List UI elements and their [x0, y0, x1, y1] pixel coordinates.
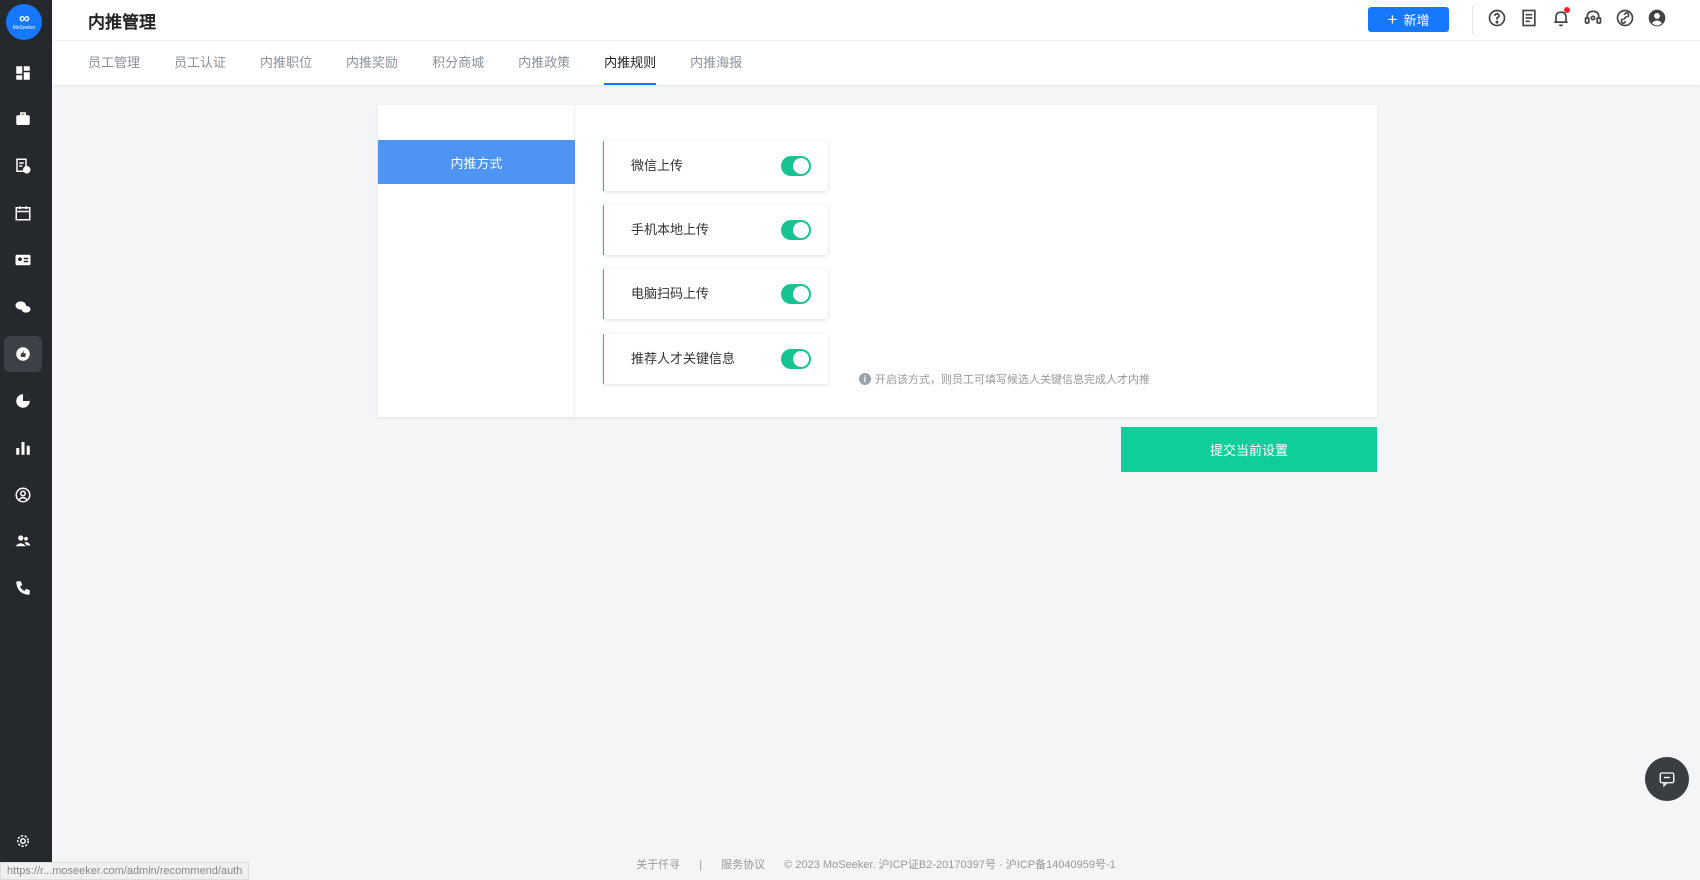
- add-button[interactable]: + 新增: [1368, 7, 1449, 32]
- support-icon[interactable]: [1582, 7, 1604, 29]
- wechat-upload-toggle[interactable]: [781, 156, 811, 176]
- wechat-icon[interactable]: [4, 289, 42, 325]
- submit-settings-button[interactable]: 提交当前设置: [1121, 427, 1377, 472]
- id-card-icon[interactable]: [4, 242, 42, 278]
- bell-icon[interactable]: [1550, 7, 1572, 29]
- link-icon[interactable]: [1614, 7, 1636, 29]
- tab-referral-poster[interactable]: 内推海报: [690, 41, 742, 85]
- tab-employee-management[interactable]: 员工管理: [88, 41, 140, 85]
- tab-referral-rewards[interactable]: 内推奖励: [346, 41, 398, 85]
- hint-label: 开启该方式，则员工可填写候选人关键信息完成人才内推: [875, 374, 1150, 386]
- hint-text: i 开启该方式，则员工可填写候选人关键信息完成人才内推: [859, 371, 1150, 387]
- option-key-info: 推荐人才关键信息: [603, 334, 828, 384]
- document-info-icon[interactable]: [4, 148, 42, 184]
- plus-icon: +: [1387, 9, 1398, 29]
- moseeker-logo[interactable]: ∞ MoSeeker: [6, 4, 42, 40]
- chat-button[interactable]: [1645, 757, 1689, 801]
- footer-terms-link[interactable]: 服务协议: [721, 859, 765, 871]
- status-bar-url: https://r...moseeker.com/admin/recommend…: [0, 862, 250, 880]
- option-label: 手机本地上传: [631, 222, 710, 237]
- tab-points-mall[interactable]: 积分商城: [432, 41, 484, 85]
- briefcase-icon[interactable]: [4, 101, 42, 137]
- document-icon[interactable]: [1518, 7, 1540, 29]
- tab-employee-verification[interactable]: 员工认证: [174, 41, 226, 85]
- settings-icon[interactable]: [4, 823, 42, 859]
- tab-referral-rules[interactable]: 内推规则: [604, 41, 657, 85]
- toggle-knob: [793, 351, 809, 367]
- page-title: 内推管理: [88, 13, 156, 32]
- option-scan-upload: 电脑扫码上传: [603, 269, 828, 319]
- scan-upload-toggle[interactable]: [781, 284, 811, 304]
- toggle-knob: [793, 286, 809, 302]
- footer-separator: |: [699, 859, 703, 871]
- notification-dot: [1564, 7, 1570, 13]
- footer-about-link[interactable]: 关于仟寻: [636, 859, 680, 871]
- referral-icon[interactable]: [4, 336, 42, 372]
- pie-chart-icon[interactable]: [4, 383, 42, 419]
- logo-symbol: ∞: [19, 9, 30, 27]
- option-wechat-upload: 微信上传: [603, 141, 828, 191]
- option-local-upload: 手机本地上传: [603, 205, 828, 255]
- option-label: 微信上传: [631, 158, 684, 173]
- footer-copyright: © 2023 MoSeeker. 沪ICP证B2-20170397号 · 沪IC…: [784, 859, 1116, 871]
- dashboard-icon[interactable]: [4, 55, 42, 91]
- local-upload-toggle[interactable]: [781, 220, 811, 240]
- tab-bar: 员工管理 员工认证 内推职位 内推奖励 积分商城 内推政策 内推规则 内推海报: [88, 41, 776, 85]
- toggle-knob: [793, 222, 809, 238]
- toggle-knob: [793, 158, 809, 174]
- logo-text: MoSeeker: [12, 24, 36, 31]
- footer: 关于仟寻 | 服务协议 © 2023 MoSeeker. 沪ICP证B2-201…: [52, 856, 1700, 872]
- chat-icon: [1659, 772, 1675, 788]
- calendar-icon[interactable]: [4, 195, 42, 231]
- top-header: 内推管理 + 新增 员工管理 员工认证 内推职位 内推奖励 积分商城 内推政策 …: [52, 0, 1700, 85]
- tab-referral-positions[interactable]: 内推职位: [260, 41, 312, 85]
- option-label: 电脑扫码上传: [631, 286, 710, 301]
- phone-icon[interactable]: [4, 570, 42, 606]
- bar-chart-icon[interactable]: [4, 430, 42, 466]
- help-icon[interactable]: [1486, 7, 1508, 29]
- key-info-toggle[interactable]: [781, 349, 811, 369]
- tab-referral-policy[interactable]: 内推政策: [518, 41, 570, 85]
- user-circle-icon[interactable]: [4, 477, 42, 513]
- rules-menu: 内推方式: [378, 105, 575, 417]
- referral-method-tab[interactable]: 内推方式: [378, 140, 575, 184]
- add-button-label: 新增: [1403, 13, 1430, 28]
- header-divider: [1472, 6, 1473, 34]
- sidebar: ∞ MoSeeker: [0, 0, 52, 880]
- rules-card: 内推方式 微信上传 手机本地上传 电脑扫码上传 推荐人才关键信息 i 开启该方式…: [378, 105, 1377, 417]
- option-label: 推荐人才关键信息: [631, 351, 736, 366]
- user-avatar-icon[interactable]: [1646, 7, 1668, 29]
- team-icon[interactable]: [4, 523, 42, 559]
- info-icon: i: [859, 373, 871, 385]
